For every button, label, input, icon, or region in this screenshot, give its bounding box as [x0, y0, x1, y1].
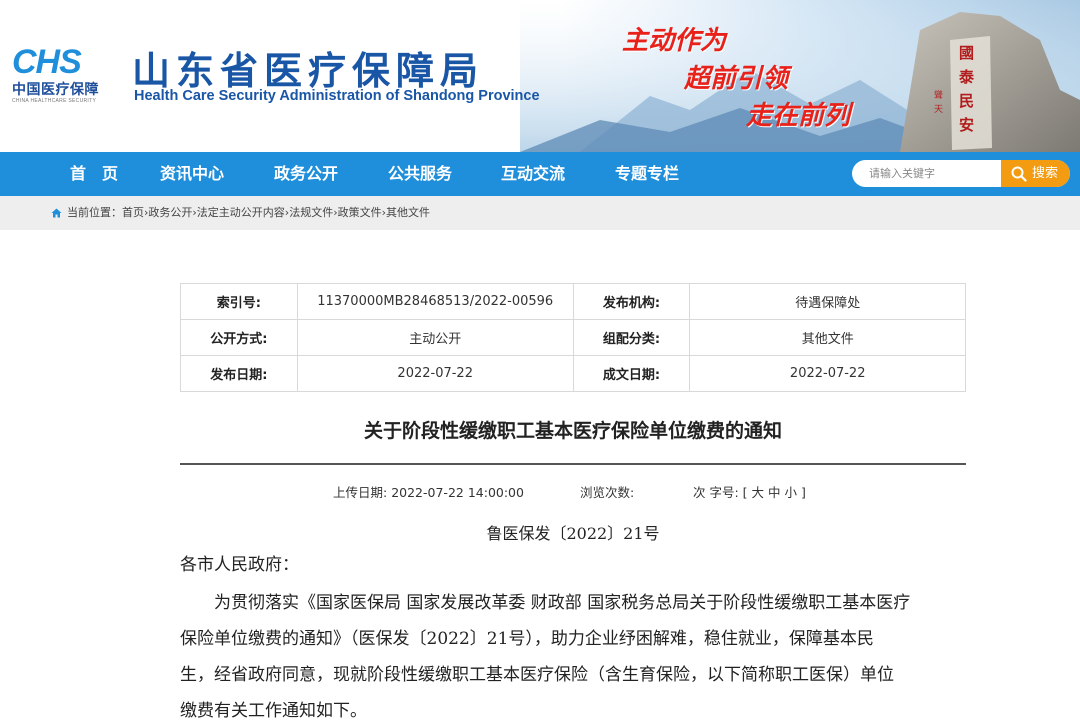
salutation: 各市人民政府：: [180, 555, 299, 575]
breadcrumb: 当前位置：首页›政务公开›法定主动公开内容›法规文件›政策文件›其他文件: [0, 196, 1080, 230]
meta-key: 组配分类:: [572, 319, 691, 356]
meta-key: 索引号:: [180, 283, 298, 320]
search-button-label: 搜索: [1032, 166, 1059, 181]
slogan-2: 超前引领: [684, 64, 789, 94]
font-size-switcher: 次 字号: [ 大 中 小 ]: [693, 482, 806, 501]
svg-text:天: 天: [934, 105, 943, 115]
nav-gov-affairs[interactable]: 政务公开: [274, 152, 338, 196]
logo[interactable]: CHS 中国医疗保障 CHINA HEALTHCARE SECURITY: [12, 44, 114, 106]
meta-key: 成文日期:: [572, 355, 691, 392]
document-meta-table: 索引号: 11370000MB28468513/2022-00596 发布机构:…: [180, 283, 966, 392]
svg-text:CHS: CHS: [12, 44, 82, 78]
meta-key: 发布日期:: [180, 355, 298, 392]
font-size-label: 次 字号: [: [693, 485, 748, 500]
table-row: 发布日期: 2022-07-22 成文日期: 2022-07-22: [180, 355, 966, 392]
upload-date-label: 上传日期:: [333, 485, 388, 500]
document-number: 鲁医保发〔2022〕21号: [486, 524, 660, 543]
upload-date: 上传日期: 2022-07-22 14:00:00: [333, 482, 524, 501]
chs-logo-mark: CHS: [12, 44, 83, 78]
search-icon: [1011, 166, 1027, 182]
site-subtitle: Health Care Security Administration of S…: [134, 88, 540, 104]
table-row: 索引号: 11370000MB28468513/2022-00596 发布机构:…: [180, 283, 966, 320]
svg-text:民: 民: [959, 92, 974, 110]
body-line: 保险单位缴费的通知》（医保发〔2022〕21号），助力企业纾困解难，稳住就业，保…: [180, 629, 874, 649]
meta-value: 待遇保障处: [689, 283, 966, 320]
body-line: 为贯彻落实《国家医保局 国家发展改革委 财政部 国家税务总局关于阶段性缓缴职工基…: [180, 593, 911, 613]
search-input[interactable]: [852, 160, 1002, 187]
svg-text:安: 安: [959, 116, 974, 134]
table-row: 公开方式: 主动公开 组配分类: 其他文件: [180, 319, 966, 356]
breadcrumb-text[interactable]: 当前位置：首页›政务公开›法定主动公开内容›法规文件›政策文件›其他文件: [67, 196, 430, 230]
home-icon: [51, 208, 62, 218]
nav-home[interactable]: 首 页: [70, 152, 118, 196]
body-line: 生，经省政府同意，现就阶段性缓缴职工基本医疗保险（含生育保险，以下简称职工医保）…: [180, 665, 894, 685]
nav-news-center[interactable]: 资讯中心: [160, 152, 224, 196]
nav-special-topics[interactable]: 专题专栏: [615, 152, 679, 196]
site-header: 國 泰 民 安 聳 天 CHS 中国医疗保障 CHINA HEALTHCARE …: [0, 0, 1080, 152]
search-box: 搜索: [852, 160, 1070, 187]
meta-value: 2022-07-22: [296, 355, 574, 392]
svg-text:聳: 聳: [934, 89, 943, 101]
site-title: 山东省医疗保障局: [132, 49, 485, 93]
search-button[interactable]: 搜索: [1001, 160, 1070, 187]
meta-value: 主动公开: [296, 319, 574, 356]
font-size-end: ]: [801, 485, 806, 500]
logo-cn-text: 中国医疗保障: [12, 82, 99, 98]
slogan-3: 走在前列: [746, 101, 851, 131]
body-line: 缴费有关工作通知如下。: [180, 701, 367, 721]
logo-en-text: CHINA HEALTHCARE SECURITY: [12, 98, 97, 104]
meta-key: 发布机构:: [572, 283, 691, 320]
view-count-label: 浏览次数:: [580, 485, 635, 500]
font-size-medium[interactable]: 中: [768, 485, 781, 500]
font-size-large[interactable]: 大: [752, 485, 765, 500]
slogan-1: 主动作为: [622, 26, 727, 56]
upload-date-value: 2022-07-22 14:00:00: [391, 485, 524, 500]
article-title: 关于阶段性缓缴职工基本医疗保险单位缴费的通知: [363, 420, 782, 442]
nav-interaction[interactable]: 互动交流: [501, 152, 565, 196]
svg-text:國: 國: [959, 44, 974, 62]
nav-public-service[interactable]: 公共服务: [388, 152, 452, 196]
title-divider: [180, 463, 966, 465]
font-size-small[interactable]: 小: [785, 485, 798, 500]
svg-text:泰: 泰: [958, 68, 975, 86]
meta-value: 2022-07-22: [689, 355, 966, 392]
meta-value: 其他文件: [689, 319, 966, 356]
meta-value: 11370000MB28468513/2022-00596: [296, 283, 574, 320]
meta-key: 公开方式:: [180, 319, 298, 356]
